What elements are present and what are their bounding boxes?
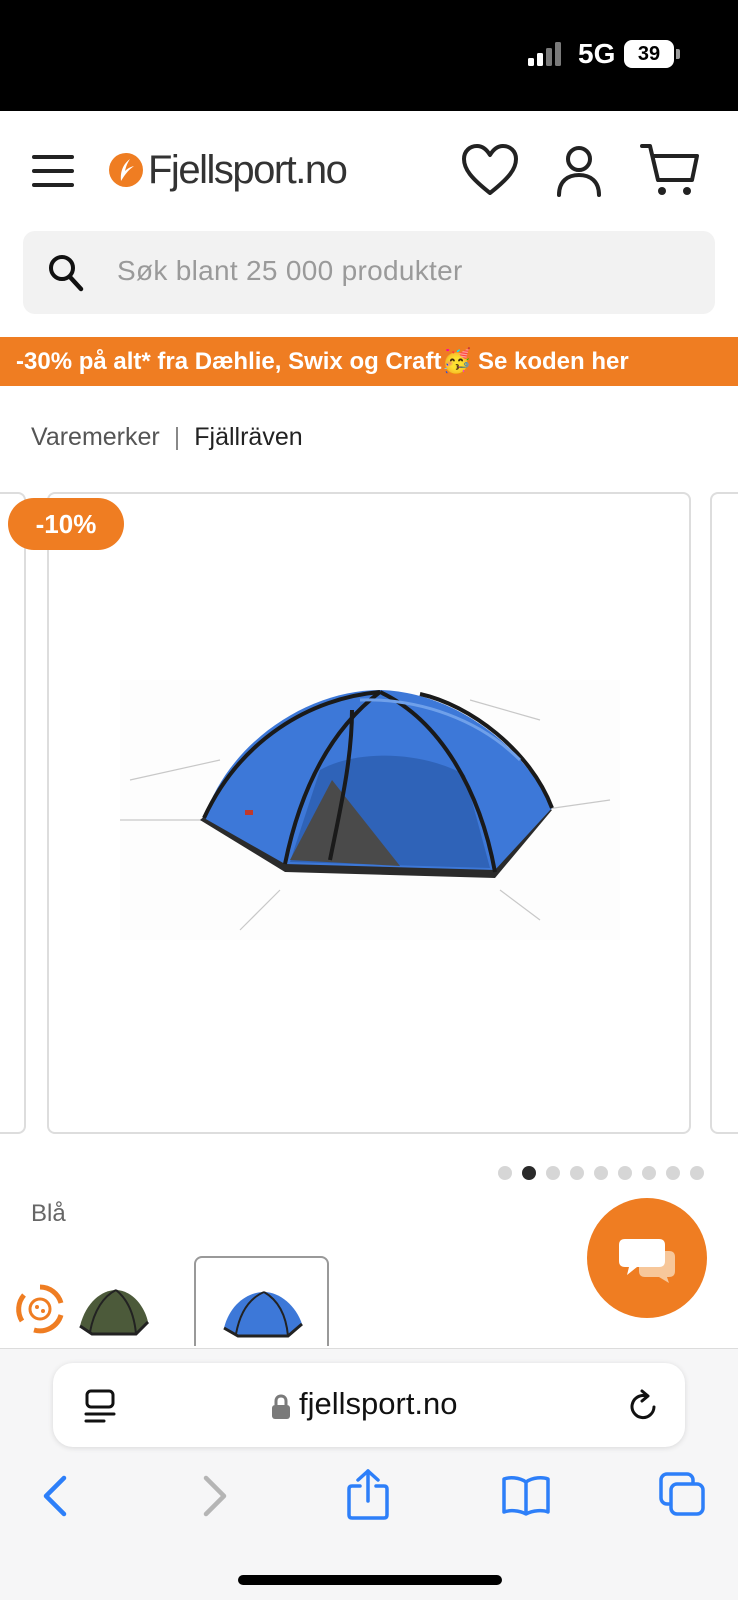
breadcrumb: Varemerker | Fjällräven <box>31 423 303 452</box>
carousel-dot-active[interactable] <box>522 1166 536 1180</box>
tent-variant-green-thumbnail[interactable] <box>76 1286 152 1338</box>
carousel-dot[interactable] <box>570 1166 584 1180</box>
status-time: 12:55 <box>92 34 179 71</box>
back-chevron-icon[interactable] <box>40 1474 70 1518</box>
carousel-dot[interactable] <box>594 1166 608 1180</box>
carousel-dot[interactable] <box>666 1166 680 1180</box>
carousel-dot[interactable] <box>690 1166 704 1180</box>
home-indicator <box>238 1575 502 1585</box>
forward-chevron-icon[interactable] <box>200 1474 230 1518</box>
share-icon[interactable] <box>346 1468 390 1520</box>
shopping-cart-icon[interactable] <box>640 142 700 198</box>
promo-banner[interactable]: -30% på alt* fra Dæhlie, Swix og Craft🥳 … <box>0 337 738 386</box>
breadcrumb-current[interactable]: Fjällräven <box>194 423 302 451</box>
battery-indicator: 39 <box>624 40 674 68</box>
bookmarks-book-icon[interactable] <box>501 1474 551 1516</box>
reload-icon[interactable] <box>626 1389 660 1423</box>
carousel-dot[interactable] <box>498 1166 512 1180</box>
battery-tip <box>676 49 680 59</box>
logo-mark-icon[interactable] <box>108 152 144 188</box>
search-icon[interactable] <box>48 254 84 292</box>
network-label: 5G <box>578 38 616 69</box>
url-text[interactable]: fjellsport.no <box>299 1386 458 1422</box>
carousel-dot[interactable] <box>618 1166 632 1180</box>
user-account-icon[interactable] <box>556 145 602 197</box>
carousel-dot[interactable] <box>642 1166 656 1180</box>
heart-icon[interactable] <box>461 143 519 197</box>
carousel-next-card[interactable] <box>710 492 738 1134</box>
carousel-dot[interactable] <box>546 1166 560 1180</box>
lock-icon <box>272 1394 290 1419</box>
carousel-prev-card[interactable] <box>0 492 26 1134</box>
circular-recycle-icon <box>16 1284 64 1334</box>
color-label: Blå <box>31 1200 66 1227</box>
hamburger-menu-icon[interactable] <box>30 151 76 191</box>
logo-text[interactable]: Fjellsport.no <box>148 148 348 193</box>
tent-product-image <box>120 680 620 940</box>
search-input[interactable]: Søk blant 25 000 produkter <box>117 255 463 287</box>
tent-variant-blue-thumbnail[interactable] <box>220 1288 306 1340</box>
signal-icon <box>528 42 561 66</box>
carousel-dots <box>498 1166 704 1182</box>
chat-bubbles-icon[interactable] <box>619 1237 677 1283</box>
breadcrumb-separator: | <box>173 423 181 451</box>
discount-badge: -10% <box>8 498 124 550</box>
tabs-overview-icon[interactable] <box>659 1472 705 1516</box>
reader-mode-icon[interactable] <box>84 1389 116 1423</box>
breadcrumb-parent-link[interactable]: Varemerker <box>31 423 160 451</box>
